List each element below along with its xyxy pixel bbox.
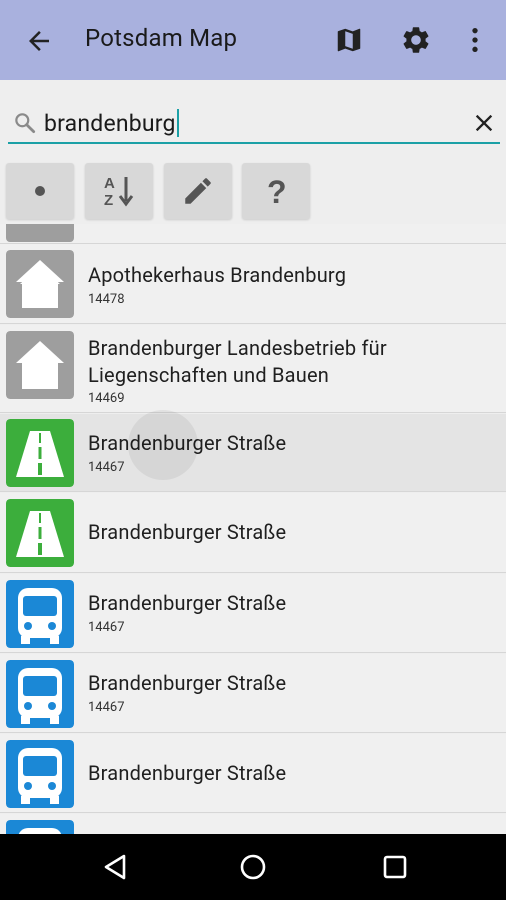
road-icon [6, 499, 74, 567]
bus-icon [6, 580, 74, 648]
list-item[interactable]: Apothekerhaus Brandenburg 14478 [0, 244, 506, 324]
pencil-icon [185, 178, 211, 204]
svg-text:?: ? [267, 174, 287, 208]
sort-az-icon: A Z [104, 175, 134, 209]
house-icon [6, 331, 74, 399]
house-icon [6, 224, 74, 242]
overflow-menu-button[interactable] [459, 24, 491, 56]
house-icon [6, 250, 74, 318]
result-title: Brandenburger Straße [88, 761, 287, 785]
recents-square-icon[interactable] [380, 852, 410, 882]
result-title: Brandenburger Straße [88, 520, 287, 544]
result-code: 14469 [88, 391, 125, 406]
overflow-menu-icon [472, 28, 478, 52]
result-code: 14478 [88, 292, 125, 307]
list-item[interactable]: Brandenburger Straße 14467 [0, 414, 506, 492]
result-title: Brandenburger Straße [88, 671, 287, 695]
back-triangle-icon[interactable] [100, 852, 130, 882]
search-icon [15, 113, 36, 134]
svg-text:A: A [104, 175, 115, 192]
list-item[interactable]: Brandenburger Straße [0, 734, 506, 813]
text-caret [176, 109, 179, 137]
result-title: Brandenburger Straße [88, 591, 287, 615]
list-item[interactable]: Brandenburger Landesbetrieb für Liegensc… [0, 325, 506, 413]
list-item-partial[interactable] [0, 814, 506, 834]
result-code: 14467 [88, 700, 125, 715]
close-icon[interactable] [470, 109, 498, 137]
list-item[interactable]: Brandenburger Straße [0, 493, 506, 573]
settings-button[interactable] [400, 24, 432, 56]
home-circle-icon[interactable] [238, 852, 268, 882]
result-title: Brandenburger Landesbetrieb für Liegensc… [88, 336, 387, 387]
list-item[interactable]: Brandenburger Straße 14467 [0, 574, 506, 653]
back-arrow-icon[interactable] [24, 26, 54, 56]
road-icon [6, 419, 74, 487]
sort-button[interactable]: A Z [85, 163, 153, 219]
bus-icon [6, 740, 74, 808]
app-bar: Potsdam Map [0, 0, 506, 80]
result-code: 14467 [88, 620, 125, 635]
bus-icon [6, 820, 74, 834]
app-title: Potsdam Map [85, 24, 238, 52]
filter-dot-button[interactable] [6, 163, 74, 219]
map-icon [337, 28, 361, 52]
system-nav-bar [0, 834, 506, 900]
map-button[interactable] [333, 24, 365, 56]
result-code: 14467 [88, 460, 125, 475]
edit-button[interactable] [164, 163, 232, 219]
list-item[interactable]: Brandenburger Straße 14467 [0, 654, 506, 733]
list-item-partial[interactable] [0, 224, 506, 244]
svg-text:Z: Z [104, 192, 113, 209]
screen: Potsdam Map brandenburg A Z ? Apothekerh… [0, 0, 506, 900]
help-icon: ? [267, 174, 287, 208]
touch-ripple [128, 410, 198, 480]
bus-icon [6, 660, 74, 728]
dot-icon [35, 186, 45, 196]
search-input[interactable]: brandenburg [44, 109, 179, 137]
help-button[interactable]: ? [242, 163, 310, 219]
search-underline [8, 142, 500, 144]
search-input-value: brandenburg [44, 110, 176, 137]
gear-icon [403, 27, 429, 53]
result-title: Apothekerhaus Brandenburg [88, 263, 347, 287]
results-list: Apothekerhaus Brandenburg 14478 Brandenb… [0, 224, 506, 834]
